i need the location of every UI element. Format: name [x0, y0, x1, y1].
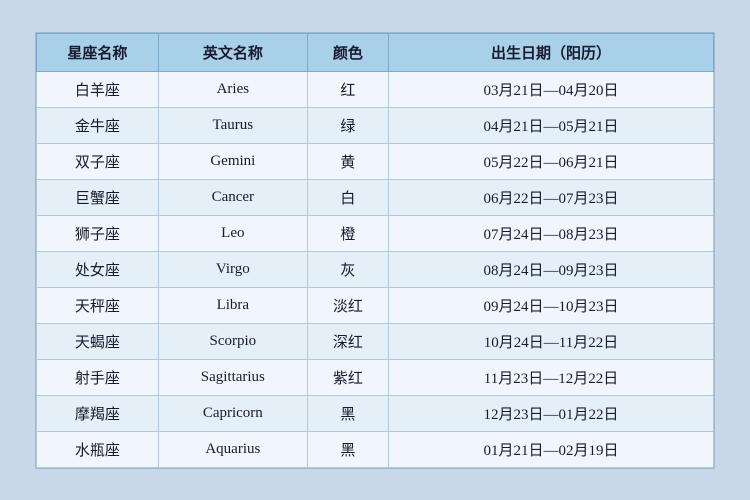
cell-date: 08月24日—09月23日 [389, 251, 714, 287]
header-en: 英文名称 [158, 33, 307, 71]
cell-en: Aries [158, 71, 307, 107]
cell-en: Leo [158, 215, 307, 251]
cell-zh: 水瓶座 [37, 431, 159, 467]
cell-color: 白 [307, 179, 388, 215]
cell-color: 黄 [307, 143, 388, 179]
cell-date: 12月23日—01月22日 [389, 395, 714, 431]
cell-color: 橙 [307, 215, 388, 251]
cell-date: 10月24日—11月22日 [389, 323, 714, 359]
cell-color: 黑 [307, 395, 388, 431]
table-body: 白羊座Aries红03月21日—04月20日金牛座Taurus绿04月21日—0… [37, 71, 714, 467]
cell-zh: 双子座 [37, 143, 159, 179]
table-row: 白羊座Aries红03月21日—04月20日 [37, 71, 714, 107]
table-row: 金牛座Taurus绿04月21日—05月21日 [37, 107, 714, 143]
table-row: 天秤座Libra淡红09月24日—10月23日 [37, 287, 714, 323]
cell-color: 红 [307, 71, 388, 107]
table-row: 天蝎座Scorpio深红10月24日—11月22日 [37, 323, 714, 359]
cell-zh: 处女座 [37, 251, 159, 287]
table-row: 水瓶座Aquarius黑01月21日—02月19日 [37, 431, 714, 467]
cell-en: Virgo [158, 251, 307, 287]
cell-zh: 白羊座 [37, 71, 159, 107]
cell-en: Scorpio [158, 323, 307, 359]
zodiac-table-container: 星座名称 英文名称 颜色 出生日期（阳历） 白羊座Aries红03月21日—04… [35, 32, 715, 469]
cell-zh: 射手座 [37, 359, 159, 395]
cell-zh: 摩羯座 [37, 395, 159, 431]
cell-en: Libra [158, 287, 307, 323]
table-row: 狮子座Leo橙07月24日—08月23日 [37, 215, 714, 251]
cell-color: 淡红 [307, 287, 388, 323]
cell-date: 06月22日—07月23日 [389, 179, 714, 215]
header-zh: 星座名称 [37, 33, 159, 71]
table-row: 摩羯座Capricorn黑12月23日—01月22日 [37, 395, 714, 431]
cell-date: 03月21日—04月20日 [389, 71, 714, 107]
cell-zh: 天秤座 [37, 287, 159, 323]
header-date: 出生日期（阳历） [389, 33, 714, 71]
cell-color: 黑 [307, 431, 388, 467]
cell-color: 灰 [307, 251, 388, 287]
zodiac-table: 星座名称 英文名称 颜色 出生日期（阳历） 白羊座Aries红03月21日—04… [36, 33, 714, 468]
cell-zh: 狮子座 [37, 215, 159, 251]
table-row: 射手座Sagittarius紫红11月23日—12月22日 [37, 359, 714, 395]
cell-en: Taurus [158, 107, 307, 143]
table-row: 双子座Gemini黄05月22日—06月21日 [37, 143, 714, 179]
cell-color: 深红 [307, 323, 388, 359]
cell-color: 绿 [307, 107, 388, 143]
cell-zh: 天蝎座 [37, 323, 159, 359]
cell-color: 紫红 [307, 359, 388, 395]
cell-en: Gemini [158, 143, 307, 179]
cell-en: Capricorn [158, 395, 307, 431]
cell-zh: 金牛座 [37, 107, 159, 143]
cell-en: Sagittarius [158, 359, 307, 395]
cell-en: Aquarius [158, 431, 307, 467]
header-color: 颜色 [307, 33, 388, 71]
table-row: 巨蟹座Cancer白06月22日—07月23日 [37, 179, 714, 215]
cell-date: 07月24日—08月23日 [389, 215, 714, 251]
cell-en: Cancer [158, 179, 307, 215]
table-header-row: 星座名称 英文名称 颜色 出生日期（阳历） [37, 33, 714, 71]
cell-date: 04月21日—05月21日 [389, 107, 714, 143]
cell-date: 11月23日—12月22日 [389, 359, 714, 395]
cell-date: 01月21日—02月19日 [389, 431, 714, 467]
cell-date: 09月24日—10月23日 [389, 287, 714, 323]
table-row: 处女座Virgo灰08月24日—09月23日 [37, 251, 714, 287]
cell-date: 05月22日—06月21日 [389, 143, 714, 179]
cell-zh: 巨蟹座 [37, 179, 159, 215]
